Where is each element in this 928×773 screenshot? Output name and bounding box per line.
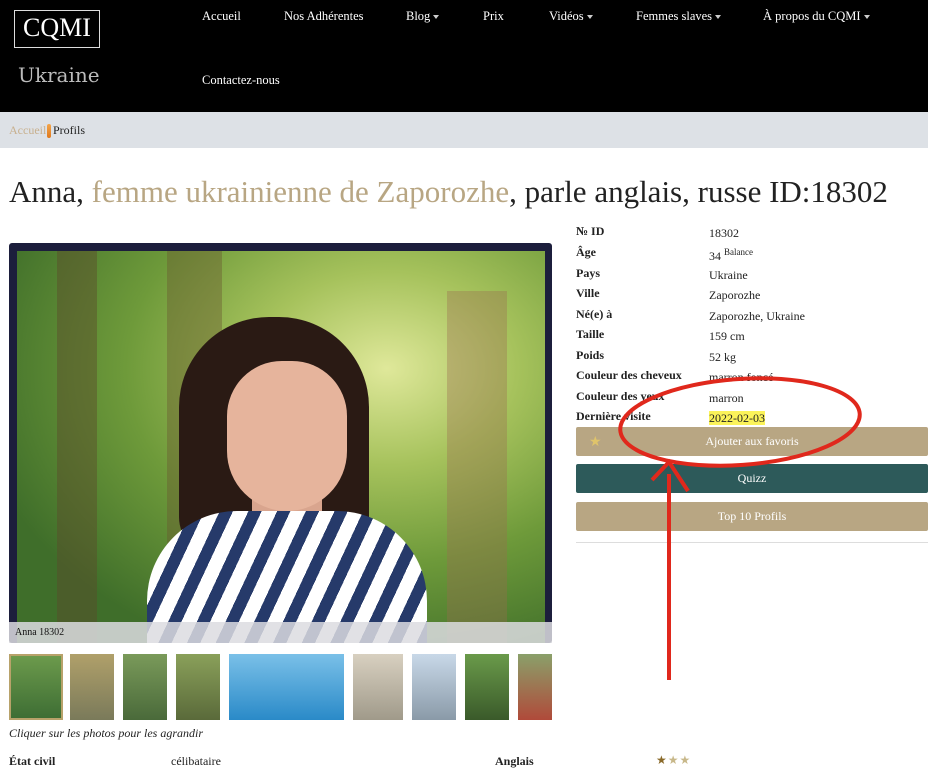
page-title: Anna, femme ukrainienne de Zaporozhe, pa… <box>9 174 888 210</box>
nav-videos-label: Vidéos <box>549 9 584 23</box>
profile-label: Couleur des cheveux <box>576 368 682 382</box>
divider <box>576 542 928 543</box>
nav-blog[interactable]: Blog <box>406 9 440 24</box>
profile-value-text: 52 kg <box>709 350 736 364</box>
thumbnail[interactable] <box>123 654 167 720</box>
nav-accueil-label: Accueil <box>202 9 241 23</box>
breadcrumb-current: Profils <box>53 123 86 137</box>
profile-value-text: Zaporozhe <box>709 288 761 302</box>
thumbnail[interactable] <box>353 654 403 720</box>
thumbnail[interactable] <box>412 654 456 720</box>
profile-value-text: Ukraine <box>709 268 748 282</box>
profile-value-text: 18302 <box>709 226 739 240</box>
profile-label: № ID <box>576 224 605 238</box>
nav-adherentes[interactable]: Nos Adhérentes <box>284 9 364 24</box>
photo-tree <box>447 291 507 643</box>
thumbnail[interactable] <box>518 654 552 720</box>
profile-value: Zaporozhe, Ukraine <box>709 309 805 324</box>
profile-value: 52 kg <box>709 350 736 365</box>
rating-star-icon: ★ <box>656 753 668 767</box>
profile-value-text: 2022-02-03 <box>709 411 765 425</box>
etat-civil-value: célibataire <box>171 754 221 768</box>
add-favorite-button[interactable]: Ajouter aux favoris <box>576 427 928 456</box>
profile-label: Âge <box>576 245 596 259</box>
etat-civil-label: État civil <box>9 754 56 768</box>
site-header: CQMI Ukraine Accueil Nos Adhérentes Blog… <box>0 0 928 112</box>
breadcrumb-separator-icon <box>47 124 51 138</box>
title-accent: femme ukrainienne de Zaporozhe <box>91 174 510 209</box>
photo-tree <box>57 251 97 643</box>
profile-label: Dernière visite <box>576 409 651 423</box>
thumbnail[interactable] <box>229 654 344 720</box>
thumbnail[interactable] <box>70 654 114 720</box>
thumbnail[interactable] <box>465 654 509 720</box>
nav-accueil[interactable]: Accueil <box>202 9 241 24</box>
profile-value: Ukraine <box>709 268 748 283</box>
profile-value-text: marron foncé <box>709 370 774 384</box>
logo-text: CQMI <box>23 13 91 42</box>
profile-value: marron <box>709 391 744 406</box>
zodiac-sign: Balance <box>724 247 753 257</box>
nav-blog-label: Blog <box>406 9 431 23</box>
quizz-label: Quizz <box>737 471 767 485</box>
breadcrumb-home[interactable]: Accueil <box>9 123 46 138</box>
nav-videos[interactable]: Vidéos <box>549 9 593 24</box>
anglais-label: Anglais <box>495 754 534 768</box>
breadcrumb: Accueil Profils <box>0 112 928 148</box>
top10-button[interactable]: Top 10 Profils <box>576 502 928 531</box>
caret-down-icon <box>863 15 870 20</box>
profile-value: 159 cm <box>709 329 745 344</box>
profile-value: 18302 <box>709 226 739 241</box>
nav-femmes-label: Femmes slaves <box>636 9 713 23</box>
nav-prix[interactable]: Prix <box>483 9 504 24</box>
nav-contact-label: Contactez-nous <box>202 73 280 87</box>
nav-femmes-slaves[interactable]: Femmes slaves <box>636 9 722 24</box>
thumbnail[interactable] <box>9 654 63 720</box>
title-rest: , parle anglais, russe ID:18302 <box>509 174 888 209</box>
nav-apropos-label: À propos du CQMI <box>763 9 861 23</box>
caret-down-icon <box>715 15 722 20</box>
caret-down-icon <box>433 15 440 20</box>
profile-value: 2022-02-03 <box>709 411 765 426</box>
star-icon: ★ <box>589 435 602 450</box>
nav-adherentes-label: Nos Adhérentes <box>284 9 364 23</box>
profile-label: Poids <box>576 348 605 362</box>
photo-face <box>227 361 347 511</box>
nav-contact[interactable]: Contactez-nous <box>202 73 280 88</box>
profile-label: Né(e) à <box>576 307 613 321</box>
profile-value: marron foncé <box>709 370 773 385</box>
add-favorite-label: Ajouter aux favoris <box>705 434 799 448</box>
profile-label: Ville <box>576 286 600 300</box>
nav-prix-label: Prix <box>483 9 504 23</box>
profile-value-text: marron <box>709 391 744 405</box>
anglais-rating: ★★★ <box>656 753 691 768</box>
caret-down-icon <box>586 15 593 20</box>
profile-value-text: 159 cm <box>709 329 745 343</box>
rating-star-icon: ★ <box>667 753 680 767</box>
profile-value: 34 Balance <box>709 247 753 264</box>
rating-star-icon: ★ <box>679 753 692 767</box>
profile-label: Couleur des yeux <box>576 389 665 403</box>
quizz-button[interactable]: Quizz <box>576 464 928 493</box>
logo-subtitle: Ukraine <box>18 63 100 87</box>
thumbnail[interactable] <box>176 654 220 720</box>
profile-label: Pays <box>576 266 600 280</box>
main-photo[interactable] <box>17 251 545 643</box>
profile-value: Zaporozhe <box>709 288 760 303</box>
title-name: Anna, <box>9 174 92 209</box>
thumbnail-hint: Cliquer sur les photos pour les agrandir <box>9 726 204 740</box>
profile-value-text: 34 <box>709 249 721 263</box>
profile-label: Taille <box>576 327 605 341</box>
nav-a-propos[interactable]: À propos du CQMI <box>763 9 870 24</box>
photo-caption: Anna 18302 <box>9 622 552 643</box>
top10-label: Top 10 Profils <box>717 509 787 523</box>
logo[interactable]: CQMI <box>14 10 100 48</box>
profile-value-text: Zaporozhe, Ukraine <box>709 309 805 323</box>
